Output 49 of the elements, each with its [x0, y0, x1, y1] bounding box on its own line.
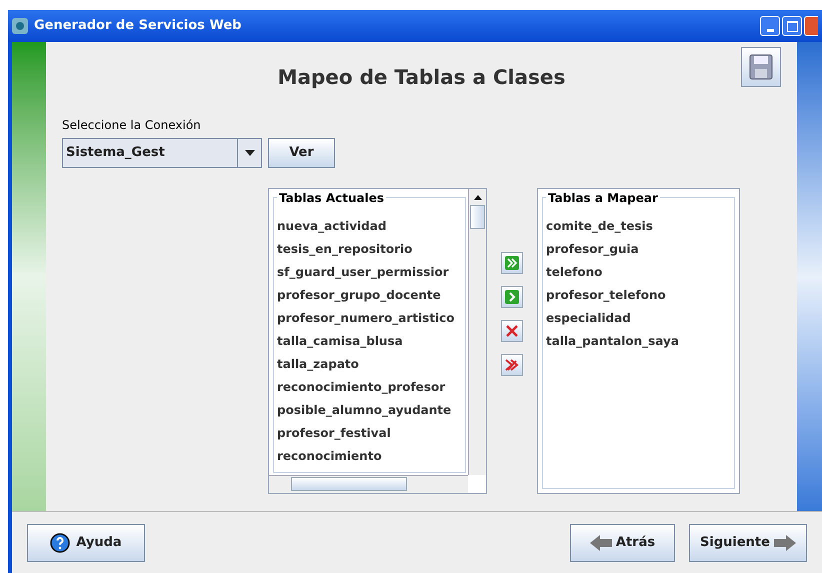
- back-button[interactable]: Atrás: [570, 524, 675, 562]
- minimize-button[interactable]: [760, 16, 780, 36]
- list-item[interactable]: profesor_telefono: [546, 284, 679, 307]
- list-item[interactable]: sf_guard_user_permissior: [277, 261, 455, 284]
- list-item[interactable]: profesor_numero_artistico: [277, 307, 455, 330]
- left-arrow-icon: [590, 534, 612, 550]
- double-chevron-icon: [505, 256, 519, 270]
- list-item[interactable]: talla_pantalon_saya: [546, 330, 679, 353]
- question-icon: [50, 532, 70, 552]
- double-cross-icon: [505, 358, 519, 372]
- cross-icon: [505, 324, 519, 338]
- page-heading: Mapeo de Tablas a Clases: [278, 64, 566, 91]
- list-item[interactable]: profesor_guia: [546, 238, 679, 261]
- list-item[interactable]: comite_de_tesis: [546, 215, 679, 238]
- window-title: Generador de Servicios Web: [34, 17, 242, 36]
- help-button[interactable]: Ayuda: [27, 524, 145, 562]
- dropdown-arrow-icon: [244, 150, 254, 156]
- list-item[interactable]: reconocimiento_profesor: [277, 376, 455, 399]
- chevron-icon: [505, 290, 519, 304]
- next-button[interactable]: Siguiente: [689, 524, 807, 562]
- horizontal-scrollbar[interactable]: [269, 475, 468, 493]
- move-button[interactable]: [501, 354, 523, 376]
- list-item[interactable]: talla_camisa_blusa: [277, 330, 455, 353]
- list-item[interactable]: reconocimiento: [277, 445, 455, 468]
- connection-dropdown[interactable]: Sistema_Gest: [62, 138, 262, 168]
- list-item[interactable]: telefono: [546, 261, 679, 284]
- list-item[interactable]: profesor_grupo_docente: [277, 284, 455, 307]
- table-list[interactable]: [268, 188, 487, 494]
- list-item[interactable]: especialidad: [546, 307, 679, 330]
- list-item[interactable]: posible_alumno_ayudante: [277, 399, 455, 422]
- save-button[interactable]: [741, 47, 781, 87]
- close-button[interactable]: [804, 16, 818, 36]
- move-button[interactable]: [501, 320, 523, 342]
- list-item[interactable]: profesor_festival: [277, 422, 455, 445]
- connection-label: Seleccione la Conexión: [62, 118, 201, 132]
- scroll-thumb[interactable]: [470, 205, 485, 229]
- move-button[interactable]: [501, 252, 523, 274]
- vertical-scrollbar[interactable]: [468, 189, 486, 475]
- list-item[interactable]: nueva_actividad: [277, 215, 455, 238]
- scroll-up-arrow-icon[interactable]: [474, 194, 482, 200]
- app-icon: [12, 18, 28, 34]
- right-arrow-icon: [774, 534, 796, 550]
- table-list[interactable]: Tablas a Mapear comite_de_tesis profesor_guia telefono profesor_telefono especialidad talla_pantalon_saya: [537, 188, 740, 494]
- move-button[interactable]: [501, 286, 523, 308]
- view-button[interactable]: Ver: [268, 138, 335, 168]
- list-item[interactable]: talla_zapato: [277, 353, 455, 376]
- maximize-button[interactable]: [782, 16, 802, 36]
- scroll-thumb[interactable]: [291, 477, 407, 491]
- list-item[interactable]: tesis_en_repositorio: [277, 238, 455, 261]
